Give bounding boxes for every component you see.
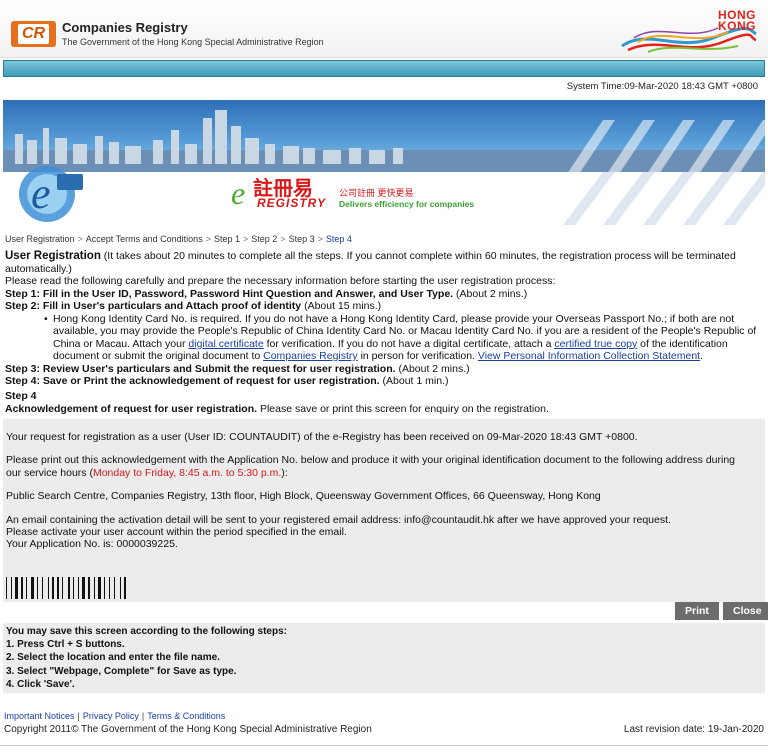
instructions-title-line: User Registration (It takes about 20 min… <box>5 250 761 275</box>
skyline-image <box>3 110 765 180</box>
important-notices-link[interactable]: Important Notices <box>4 711 75 721</box>
footer-divider <box>0 745 768 746</box>
step4-line: Step 4: Save or Print the acknowledgemen… <box>5 375 761 388</box>
logo-text: CR <box>17 24 50 44</box>
email-text: An email containing the activation detai… <box>6 514 671 526</box>
registration-instructions: User Registration (It takes about 20 min… <box>5 250 761 388</box>
nav-bar <box>3 60 765 77</box>
copyright: Copyright 2011© The Government of the Ho… <box>4 724 372 735</box>
tagline: Delivers efficiency for companies <box>339 199 475 209</box>
footer-separator: | <box>141 711 145 721</box>
certified-true-copy-link[interactable]: certified true copy <box>554 338 637 350</box>
step4-label: Step 4: Save or Print the acknowledgemen… <box>5 375 380 387</box>
companies-registry-logo[interactable]: CR <box>11 21 56 47</box>
print-out-end: ): <box>281 466 288 479</box>
save-step1: 1. Press Ctrl + S buttons. <box>6 639 125 650</box>
bullet-text: in person for verification. <box>357 350 478 362</box>
terms-link[interactable]: Terms & Conditions <box>147 711 225 721</box>
step2-label: Step 2: Fill in User's particulars and A… <box>5 300 302 312</box>
breadcrumb-step4: Step 4 <box>325 234 352 244</box>
save-step2: 2. Select the location and enter the fil… <box>6 652 220 663</box>
breadcrumb-separator: > <box>317 234 323 244</box>
step3-line: Step 3: Review User's particulars and Su… <box>5 363 761 376</box>
footer-links: Important Notices | Privacy Policy | Terms &… <box>4 711 225 721</box>
identity-bullet: Hong Kong Identity Card No. is required.… <box>53 313 761 363</box>
org-subtitle: The Government of the Hong Kong Special … <box>62 37 324 47</box>
breadcrumb-step3: Step 3 <box>288 234 315 244</box>
privacy-policy-link[interactable]: Privacy Policy <box>83 711 139 721</box>
step3-label: Step 3: Review User's particulars and Su… <box>5 362 396 375</box>
action-buttons: Print Close <box>3 602 768 622</box>
svg-text:e: e <box>231 178 245 211</box>
companies-registry-link[interactable]: Companies Registry <box>263 350 358 362</box>
bullet-text: . <box>700 350 703 362</box>
step2-time: (About 15 mins.) <box>301 300 382 312</box>
save-instructions-panel: You may save this screen according to th… <box>3 623 765 693</box>
breadcrumb-step2: Step 2 <box>251 234 278 244</box>
address-text: Public Search Centre, Companies Registry… <box>6 490 601 502</box>
acknowledgement-panel: Your request for registration as a user … <box>3 419 765 602</box>
step1-label: Step 1: Fill in the User ID, Password, P… <box>5 287 454 300</box>
footer-separator: | <box>77 711 80 721</box>
title-note: (It takes about 20 minutes to complete a… <box>5 250 736 275</box>
step1-time: (About 2 mins.) <box>453 287 528 300</box>
breadcrumb-separator: > <box>280 234 286 244</box>
breadcrumb-separator: > <box>243 234 249 244</box>
system-time: System Time:09-Mar-2020 18:43 GMT +0800 <box>566 81 758 92</box>
barcode-icon <box>6 577 126 599</box>
step1-line: Step 1: Fill in the User ID, Password, P… <box>5 288 761 301</box>
hk-logo-text: HONG KONG <box>718 9 756 33</box>
org-name: Companies Registry <box>62 20 188 35</box>
page-title: User Registration <box>5 250 101 262</box>
svg-text:e: e <box>31 169 51 218</box>
pics-link[interactable]: View Personal Information Collection Sta… <box>478 350 700 362</box>
breadcrumb-separator: > <box>77 234 83 244</box>
step4-time: (About 1 min.) <box>379 375 449 387</box>
brand-registry: REGISTRY <box>257 196 327 210</box>
ack-heading-rest: Please save or print this screen for enq… <box>257 403 549 415</box>
save-step4: 4. Click 'Save'. <box>6 679 75 690</box>
step3-time: (About 2 mins.) <box>395 362 470 375</box>
breadcrumb-terms: Accept Terms and Conditions <box>85 234 203 244</box>
save-step3: 3. Select "Webpage, Complete" for Save a… <box>6 666 237 677</box>
breadcrumb-user-registration: User Registration <box>5 234 75 244</box>
service-hours: Monday to Friday, 8:45 a.m. to 5:30 p.m. <box>92 466 282 479</box>
received-text: Your request for registration as a user … <box>6 431 638 443</box>
digital-certificate-link[interactable]: digital certificate <box>188 338 263 350</box>
instructions-intro: Please read the following carefully and … <box>5 275 556 287</box>
step2-bullets: Hong Kong Identity Card No. is required.… <box>53 313 761 363</box>
step2-line: Step 2: Fill in User's particulars and A… <box>5 300 761 313</box>
tagline-chinese: 公司註冊 更快更易 <box>339 188 414 198</box>
breadcrumb: User Registration > Accept Terms and Condi… <box>5 234 352 244</box>
print-button[interactable]: Print <box>675 602 719 620</box>
ack-heading-line: Acknowledgement of request for user regi… <box>5 403 549 415</box>
breadcrumb-separator: > <box>205 234 211 244</box>
print-out-text: Please print out this acknowledgement wi… <box>6 454 746 479</box>
last-revision-date: Last revision date: 19-Jan-2020 <box>623 724 764 735</box>
save-heading: You may save this screen according to th… <box>6 626 287 637</box>
e-registry-banner: e e 註冊易 REGISTRY 公司註冊 更快更易 Delivers effi… <box>3 100 765 225</box>
application-number: Your Application No. is: 0000039225. <box>6 538 178 550</box>
bullet-text: for verification. If you do not have a d… <box>263 337 555 350</box>
breadcrumb-step1: Step 1 <box>213 234 240 244</box>
activate-text: Please activate your user account within… <box>6 526 347 538</box>
e-registry-globe-icon: e <box>19 166 83 222</box>
hk-logo-line2: KONG <box>718 19 756 33</box>
close-button[interactable]: Close <box>723 602 768 620</box>
site-header: CR Companies Registry The Government of … <box>0 0 768 58</box>
ack-heading: Acknowledgement of request for user regi… <box>5 403 258 415</box>
step4-heading: Step 4 <box>5 390 37 402</box>
